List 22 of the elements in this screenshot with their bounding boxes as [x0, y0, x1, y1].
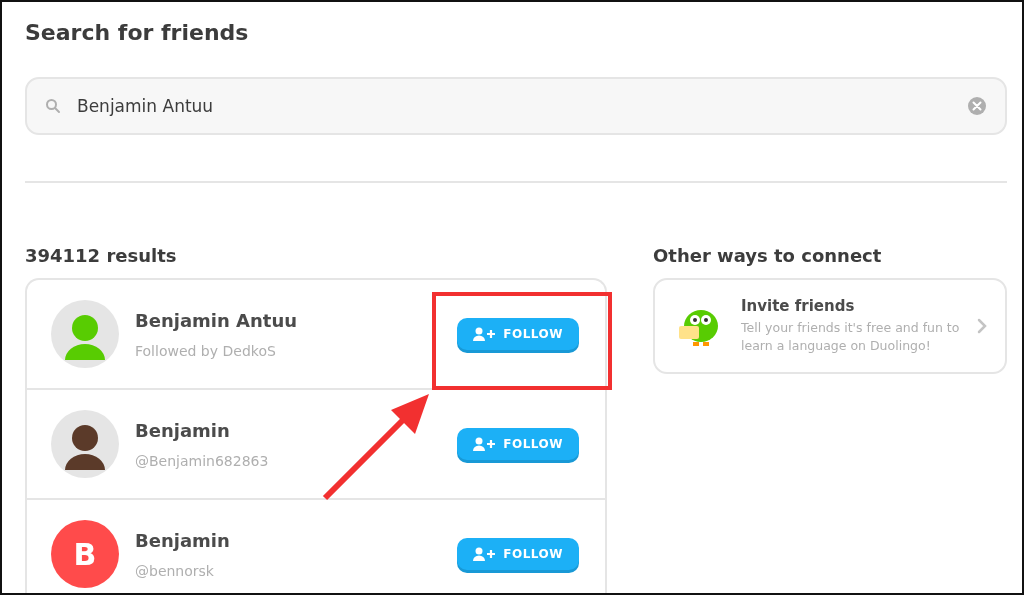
invite-description: Tell your friends it's free and fun to learn a language on Duolingo! [741, 318, 961, 355]
user-subtitle: Followed by DedkoS [135, 342, 277, 359]
section-heading: Other ways to connect [653, 245, 883, 266]
user-subtitle: @Benjamin682863 [135, 452, 270, 469]
clear-icon[interactable] [967, 96, 987, 116]
add-person-icon [473, 547, 498, 561]
page-title: Search for friends [25, 20, 250, 45]
invite-title: Invite friends [741, 296, 856, 315]
results-count: 394112 results [25, 245, 178, 266]
add-person-icon [473, 327, 498, 341]
search-field[interactable]: Benjamin Antuu [77, 96, 951, 116]
user-name: Benjamin Antuu [135, 309, 299, 331]
invite-card[interactable]: Invite friends Tell your friends it's free and fun to learn a language on Duolingo! [653, 278, 1007, 374]
search-bar[interactable]: Benjamin Antuu [25, 77, 1007, 135]
user-subtitle: @bennorsk [135, 562, 215, 579]
chevron-right-icon [977, 318, 987, 334]
user-name: Benjamin [135, 529, 231, 551]
add-person-icon [473, 437, 498, 451]
search-icon [45, 98, 61, 114]
result-row[interactable]: Benjamin @Benjamin682863 FOLLOW [27, 390, 605, 500]
user-name: Benjamin [135, 419, 231, 441]
avatar-silhouette-icon[interactable] [51, 410, 119, 478]
